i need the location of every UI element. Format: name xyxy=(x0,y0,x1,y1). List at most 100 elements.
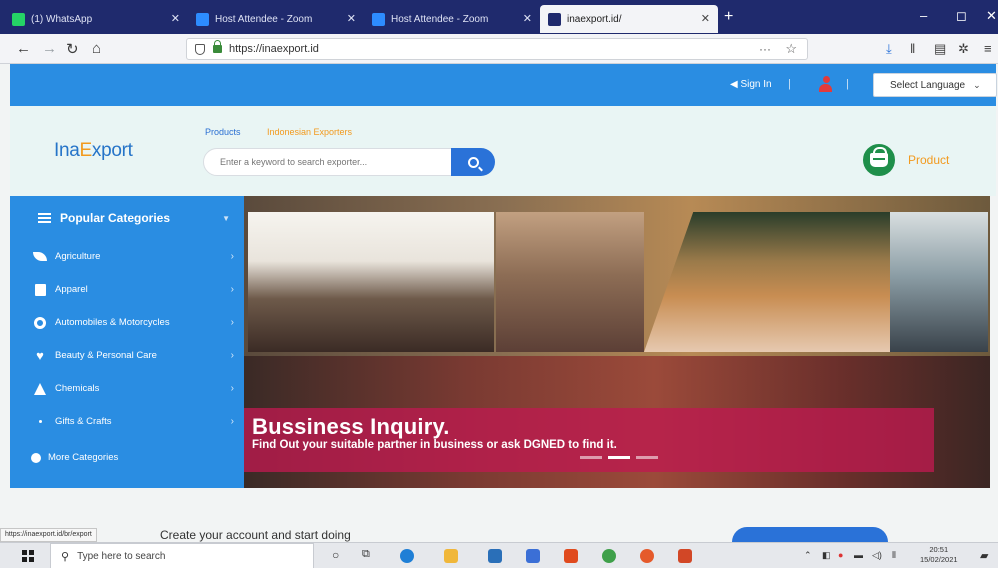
address-url[interactable]: https://inaexport.id xyxy=(229,43,319,55)
category-apparel[interactable]: Apparel › xyxy=(10,273,244,306)
sidebar-toggle-icon[interactable]: ▤ xyxy=(934,41,946,57)
reload-icon[interactable]: ↻ xyxy=(66,40,79,58)
store-icon[interactable] xyxy=(488,549,502,563)
close-tab-icon[interactable]: ✕ xyxy=(701,12,710,25)
tab-title: (1) WhatsApp xyxy=(31,13,93,25)
more-categories-link[interactable]: More Categories xyxy=(10,441,244,474)
category-gifts[interactable]: Gifts & Crafts › xyxy=(10,405,244,438)
shirt-icon xyxy=(32,283,48,297)
office-icon[interactable] xyxy=(564,549,578,563)
minimize-icon[interactable]: – xyxy=(920,8,927,23)
tray-app-icon[interactable]: ● xyxy=(838,550,843,560)
extension-icon[interactable]: ✲ xyxy=(958,41,969,57)
hero-banner[interactable]: Bussiness Inquiry. Find Out your suitabl… xyxy=(244,196,990,488)
language-select[interactable]: Select Language ⌄ xyxy=(873,73,997,97)
exporters-link[interactable]: Indonesian Exporters xyxy=(267,127,352,137)
taskbar-search-placeholder: Type here to search xyxy=(77,550,166,562)
battery-icon[interactable]: ▬ xyxy=(854,550,863,560)
product-link[interactable]: Product xyxy=(908,153,949,167)
clock-date: 15/02/2021 xyxy=(920,555,958,564)
tab-zoom-2[interactable]: Host Attendee - Zoom ✕ xyxy=(364,5,540,33)
mail-icon[interactable] xyxy=(526,549,540,563)
logo-text: Ina xyxy=(54,140,80,161)
carousel-dot[interactable] xyxy=(636,456,658,459)
chevron-down-icon: ⌄ xyxy=(973,79,981,90)
chevron-right-icon: › xyxy=(230,284,234,295)
carousel-dot-active[interactable] xyxy=(608,456,630,459)
tray-chevron-icon[interactable]: ⌃ xyxy=(804,550,812,561)
basket-icon[interactable] xyxy=(863,144,895,176)
chrome-icon[interactable] xyxy=(602,549,616,563)
banner-photo-handshake xyxy=(496,212,644,352)
maximize-icon[interactable]: ◻ xyxy=(956,8,967,24)
new-tab-icon[interactable]: + xyxy=(724,8,733,26)
products-link[interactable]: Products xyxy=(205,127,241,137)
whatsapp-icon xyxy=(12,12,25,26)
edge-icon[interactable] xyxy=(400,549,414,563)
powerpoint-icon[interactable] xyxy=(678,549,692,563)
library-icon[interactable]: ‖ xyxy=(910,41,915,56)
site-header: InaExport Products Indonesian Exporters … xyxy=(10,106,996,196)
category-beauty[interactable]: ♥ Beauty & Personal Care › xyxy=(10,339,244,372)
system-clock[interactable]: 20:51 15/02/2021 xyxy=(920,545,958,565)
task-view-icon[interactable]: ⧉ xyxy=(362,548,370,561)
banner-photo-office xyxy=(890,212,988,352)
close-tab-icon[interactable]: ✕ xyxy=(347,12,356,25)
close-tab-icon[interactable]: ✕ xyxy=(171,12,180,25)
close-tab-icon[interactable]: ✕ xyxy=(523,12,532,25)
tray-app-icon[interactable]: ◧ xyxy=(822,550,831,561)
category-agriculture[interactable]: Agriculture › xyxy=(10,240,244,273)
network-icon[interactable]: ⦀ xyxy=(892,550,896,561)
site-favicon-icon xyxy=(548,12,561,26)
back-icon[interactable]: ← xyxy=(16,40,31,57)
notification-icon[interactable]: ▰ xyxy=(980,549,988,562)
hamburger-icon xyxy=(38,213,51,223)
download-icon[interactable]: ⤓ xyxy=(886,41,892,57)
file-explorer-icon[interactable] xyxy=(444,549,458,563)
shield-icon xyxy=(195,43,205,55)
tab-title: Host Attendee - Zoom xyxy=(391,13,489,25)
lock-icon xyxy=(213,40,222,53)
inaexport-logo[interactable]: InaExport xyxy=(54,140,133,162)
tab-whatsapp[interactable]: (1) WhatsApp ✕ xyxy=(4,5,188,33)
firefox-icon[interactable] xyxy=(640,549,654,563)
close-window-icon[interactable]: ✕ xyxy=(986,8,997,24)
chevron-right-icon: › xyxy=(230,350,234,361)
forward-icon[interactable]: → xyxy=(42,40,57,57)
popular-categories-header[interactable]: Popular Categories ▼ xyxy=(10,196,244,240)
more-icon[interactable]: ··· xyxy=(759,42,771,56)
chevron-right-icon: › xyxy=(230,317,234,328)
tab-inaexport[interactable]: inaexport.id/ ✕ xyxy=(540,5,718,33)
user-icon[interactable] xyxy=(819,76,833,92)
category-label: Apparel xyxy=(55,284,88,295)
bookmark-star-icon[interactable]: ☆ xyxy=(785,41,797,57)
language-select-label: Select Language xyxy=(890,79,966,91)
home-icon[interactable]: ⌂ xyxy=(92,40,101,57)
divider: | xyxy=(788,78,791,90)
category-label: Chemicals xyxy=(55,383,100,394)
category-label: Gifts & Crafts xyxy=(55,416,112,427)
volume-icon[interactable]: ◁) xyxy=(872,550,882,561)
search-button[interactable] xyxy=(451,148,495,176)
sign-in-label: Sign In xyxy=(740,79,772,90)
category-chemicals[interactable]: Chemicals › xyxy=(10,372,244,405)
zoom-icon xyxy=(372,12,385,26)
sign-in-link[interactable]: ◀ Sign In xyxy=(730,79,772,90)
category-label: Agriculture xyxy=(55,251,101,262)
carousel-indicators xyxy=(580,456,658,459)
menu-icon[interactable]: ≡ xyxy=(984,41,992,56)
site-top-bar: ◀ Sign In | | Select Language ⌄ xyxy=(10,64,997,106)
address-bar[interactable]: https://inaexport.id ··· ☆ xyxy=(186,38,808,60)
search-input[interactable] xyxy=(203,148,453,176)
logo-text: E xyxy=(79,140,93,161)
windows-start-icon[interactable] xyxy=(22,550,34,562)
carousel-dot[interactable] xyxy=(580,456,602,459)
cortana-icon[interactable]: ○ xyxy=(332,548,339,562)
tab-zoom-1[interactable]: Host Attendee - Zoom ✕ xyxy=(188,5,364,33)
windows-taskbar: ⚲ Type here to search ○ ⧉ ⌃ ◧ ● ▬ ◁) ⦀ 2… xyxy=(0,542,998,568)
category-automobiles[interactable]: Automobiles & Motorcycles › xyxy=(10,306,244,339)
category-label: Automobiles & Motorcycles xyxy=(55,317,170,328)
taskbar-search[interactable]: ⚲ Type here to search xyxy=(50,543,314,568)
signup-prompt: Create your account and start doing xyxy=(160,528,351,542)
divider: | xyxy=(846,78,849,90)
